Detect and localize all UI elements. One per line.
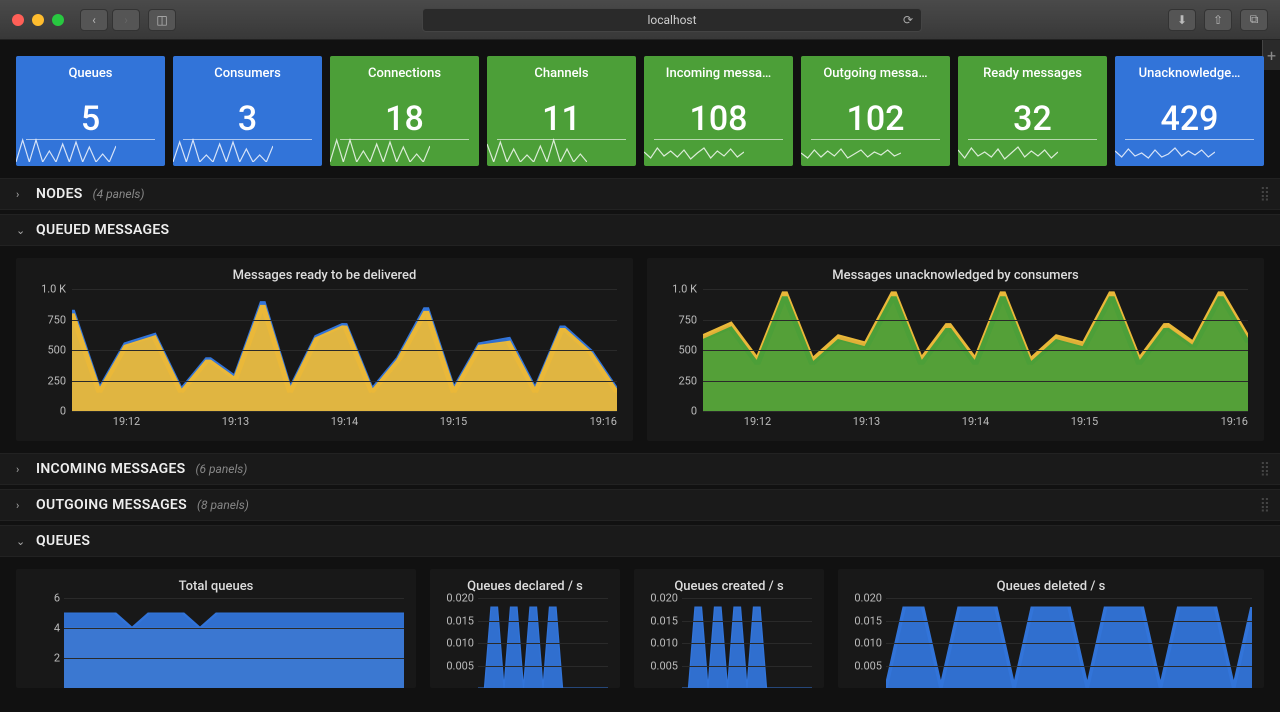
row-title: QUEUES: [36, 533, 90, 549]
new-tab-button[interactable]: +: [1262, 40, 1280, 70]
tabs-button[interactable]: ⧉: [1240, 9, 1268, 31]
row-title: OUTGOING MESSAGES: [36, 497, 187, 513]
row-header-queued-messages[interactable]: ⌄ QUEUED MESSAGES: [0, 214, 1280, 246]
toolbar-right: ⬇ ⇧ ⧉: [1168, 9, 1268, 31]
back-button[interactable]: ‹: [80, 9, 108, 31]
row-subtitle: (8 panels): [197, 498, 249, 512]
card-value: 108: [644, 99, 793, 139]
address-bar[interactable]: localhost ⟳: [422, 8, 922, 32]
stat-card[interactable]: Incoming messa… 108: [644, 56, 793, 166]
share-button[interactable]: ⇧: [1204, 9, 1232, 31]
sparkline: [16, 138, 116, 162]
panel-title: Messages unacknowledged by consumers: [655, 268, 1256, 283]
chart-queues-deleted: 0.0050.0100.0150.020: [846, 598, 1256, 688]
chart-messages-ready: 02505007501.0 K19:1219:1319:1419:1519:16: [24, 289, 625, 433]
card-value: 18: [330, 99, 479, 139]
panel-title: Queues deleted / s: [846, 579, 1256, 594]
card-title: Connections: [330, 56, 479, 81]
panel-queues-declared[interactable]: Queues declared / s 0.0050.0100.0150.020: [430, 569, 620, 688]
drag-handle-icon[interactable]: ⣿: [1260, 186, 1272, 202]
stat-card[interactable]: Ready messages 32: [958, 56, 1107, 166]
refresh-icon[interactable]: ⟳: [903, 13, 913, 27]
chart-queues-created: 0.0050.0100.0150.020: [642, 598, 816, 688]
row-header-incoming-messages[interactable]: › INCOMING MESSAGES (6 panels) ⣿: [0, 453, 1280, 485]
downloads-button[interactable]: ⬇: [1168, 9, 1196, 31]
share-icon: ⇧: [1213, 13, 1223, 27]
row-subtitle: (4 panels): [93, 187, 145, 201]
drag-handle-icon[interactable]: ⣿: [1260, 461, 1272, 477]
sparkline: [801, 138, 901, 162]
row-header-queues[interactable]: ⌄ QUEUES: [0, 525, 1280, 557]
queued-messages-panels: Messages ready to be delivered 025050075…: [0, 246, 1280, 449]
card-title: Ready messages: [958, 56, 1107, 81]
chart-messages-unack: 02505007501.0 K19:1219:1319:1419:1519:16: [655, 289, 1256, 433]
panel-messages-unack[interactable]: Messages unacknowledged by consumers 025…: [647, 258, 1264, 441]
row-subtitle: (6 panels): [196, 462, 248, 476]
download-icon: ⬇: [1177, 13, 1187, 27]
sparkline: [173, 138, 273, 162]
stat-card[interactable]: Connections 18: [330, 56, 479, 166]
panel-messages-ready[interactable]: Messages ready to be delivered 025050075…: [16, 258, 633, 441]
stat-card[interactable]: Channels 11: [487, 56, 636, 166]
chart-total-queues: 246: [24, 598, 408, 688]
sparkline: [644, 138, 744, 162]
card-value: 429: [1115, 99, 1264, 139]
chevron-down-icon: ⌄: [16, 224, 26, 237]
row-header-outgoing-messages[interactable]: › OUTGOING MESSAGES (8 panels) ⣿: [0, 489, 1280, 521]
card-title: Queues: [16, 56, 165, 81]
row-title: INCOMING MESSAGES: [36, 461, 186, 477]
panel-queues-deleted[interactable]: Queues deleted / s 0.0050.0100.0150.020: [838, 569, 1264, 688]
chevron-right-icon: ›: [16, 463, 26, 476]
sparkline: [958, 138, 1058, 162]
sparkline: [1115, 138, 1215, 162]
row-header-nodes[interactable]: › NODES (4 panels) ⣿: [0, 178, 1280, 210]
sparkline: [330, 138, 430, 162]
card-title: Outgoing messa…: [801, 56, 950, 81]
stat-card[interactable]: Consumers 3: [173, 56, 322, 166]
stat-card[interactable]: Unacknowledge… 429: [1115, 56, 1264, 166]
panel-title: Messages ready to be delivered: [24, 268, 625, 283]
card-title: Incoming messa…: [644, 56, 793, 81]
stat-card[interactable]: Queues 5: [16, 56, 165, 166]
row-title: NODES: [36, 186, 83, 202]
panel-title: Total queues: [24, 579, 408, 594]
row-title: QUEUED MESSAGES: [36, 222, 169, 238]
forward-button[interactable]: ›: [112, 9, 140, 31]
maximize-window-button[interactable]: [52, 14, 64, 26]
card-value: 102: [801, 99, 950, 139]
queues-panels: Total queues 246 Queues declared / s 0.0…: [0, 557, 1280, 688]
window-controls: [12, 14, 64, 26]
chart-queues-declared: 0.0050.0100.0150.020: [438, 598, 612, 688]
panel-queues-created[interactable]: Queues created / s 0.0050.0100.0150.020: [634, 569, 824, 688]
tabs-icon: ⧉: [1250, 12, 1259, 27]
panel-total-queues[interactable]: Total queues 246: [16, 569, 416, 688]
chevron-right-icon: ›: [16, 188, 26, 201]
sidebar-toggle-button[interactable]: ◫: [148, 9, 176, 31]
browser-titlebar: ‹ › ◫ localhost ⟳ ⬇ ⇧ ⧉: [0, 0, 1280, 40]
nav-buttons: ‹ ›: [80, 9, 140, 31]
address-text: localhost: [647, 13, 696, 27]
chevron-down-icon: ⌄: [16, 535, 26, 548]
card-title: Consumers: [173, 56, 322, 81]
close-window-button[interactable]: [12, 14, 24, 26]
card-value: 32: [958, 99, 1107, 139]
sparkline: [487, 138, 587, 162]
card-value: 3: [173, 99, 322, 139]
card-title: Channels: [487, 56, 636, 81]
sidebar-icon: ◫: [156, 13, 167, 27]
card-value: 5: [16, 99, 165, 139]
chevron-right-icon: ›: [16, 499, 26, 512]
card-value: 11: [487, 99, 636, 139]
drag-handle-icon[interactable]: ⣿: [1260, 497, 1272, 513]
stat-cards-row: Queues 5 Consumers 3 Connections 18 Channels 11…: [0, 40, 1280, 174]
stat-card[interactable]: Outgoing messa… 102: [801, 56, 950, 166]
dashboard: Queues 5 Consumers 3 Connections 18 Channels 11…: [0, 40, 1280, 712]
card-title: Unacknowledge…: [1115, 56, 1264, 81]
minimize-window-button[interactable]: [32, 14, 44, 26]
